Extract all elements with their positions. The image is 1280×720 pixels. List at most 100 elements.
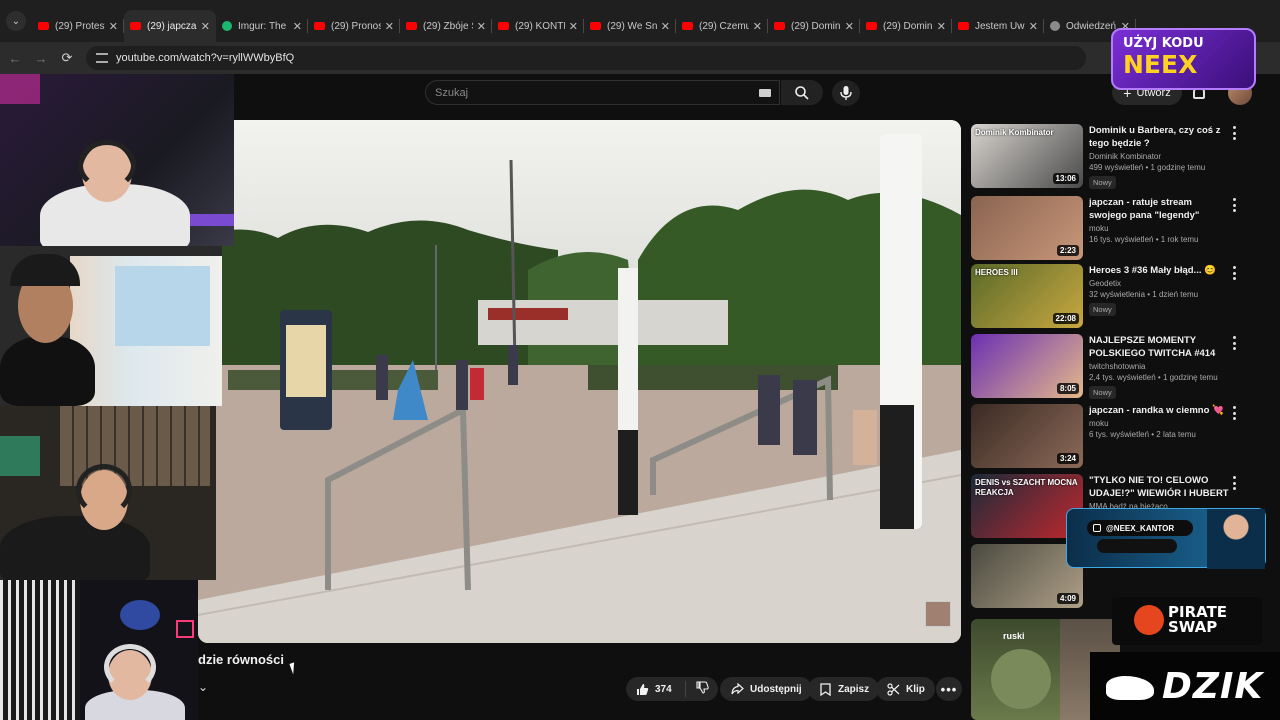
thumbnail-caption: ruski (1003, 631, 1025, 641)
youtube-favicon-icon (38, 22, 49, 30)
recommendation-item[interactable]: 8:05 NAJLEPSZE MOMENTY POLSKIEGO TWITCHA … (971, 334, 1251, 400)
close-tab-icon[interactable]: ✕ (845, 20, 854, 33)
browser-tab[interactable]: (29) KONTR ✕ (492, 10, 584, 42)
browser-tab[interactable]: (29) Zbóje Ś ✕ (400, 10, 492, 42)
browser-tab[interactable]: Imgur: The m ✕ (216, 10, 308, 42)
pirate-logo-icon (1134, 605, 1164, 635)
close-tab-icon[interactable]: ✕ (661, 20, 670, 33)
browser-tab[interactable]: Jestem Uwię ✕ (952, 10, 1044, 42)
browser-tab[interactable]: (29) We Snu ✕ (584, 10, 676, 42)
recommendation-item[interactable]: Dominik Kombinator 13:06 Dominik u Barbera… (971, 124, 1251, 189)
save-button[interactable]: Zapisz (808, 677, 880, 701)
webcam-streamer-2 (0, 246, 222, 406)
tab-list: (29) Protest✕(29) japczan✕Imgur: The m✕(… (32, 10, 1136, 42)
social-icons-row (1097, 539, 1177, 553)
more-vertical-icon[interactable] (1233, 266, 1237, 280)
tab-title: (29) KONTR (515, 20, 565, 32)
close-tab-icon[interactable]: ✕ (569, 20, 578, 33)
instagram-handle-text: @NEEX_KANTOR (1106, 523, 1175, 533)
instagram-handle: @NEEX_KANTOR (1087, 520, 1193, 536)
more-vertical-icon[interactable] (1233, 126, 1237, 140)
recommendation-item[interactable]: HEROES III 22:08 Heroes 3 #36 Mały błąd...… (971, 264, 1251, 328)
like-button[interactable]: 374 (626, 681, 686, 697)
close-tab-icon[interactable]: ✕ (293, 20, 302, 33)
video-duration: 3:24 (1056, 453, 1079, 464)
recommendation-meta: japczan - ratuje stream swojego pana "le… (1089, 196, 1229, 244)
save-label: Zapisz (838, 683, 870, 695)
recommendation-stats: 2,4 tys. wyświetleń • 1 godzinę temu (1089, 373, 1218, 382)
forward-button[interactable]: → (30, 47, 52, 69)
recommendation-title: japczan - ratuje stream swojego pana "le… (1089, 197, 1200, 221)
webcam-streamer-4 (0, 580, 198, 720)
recommendation-item[interactable]: 2:23 japczan - ratuje stream swojego pana… (971, 196, 1251, 260)
recommendation-thumbnail[interactable]: 8:05 (971, 334, 1083, 398)
recommendation-meta: japczan - randka w ciemno 💘 moku 6 tys. wy… (1089, 404, 1229, 439)
reload-button[interactable]: ⟳ (56, 47, 78, 69)
url-text: youtube.com/watch?v=ryllWWbyBfQ (116, 52, 295, 64)
mouse-cursor-icon (289, 660, 303, 675)
recommendation-meta: "TYLKO NIE TO! CELOWO UDAJE!?" WIEWIÓR I… (1089, 474, 1229, 511)
more-vertical-icon[interactable] (1233, 198, 1237, 212)
globe-favicon-icon (1050, 21, 1060, 31)
browser-tab-strip: ⌄ (29) Protest✕(29) japczan✕Imgur: The m… (0, 0, 1280, 42)
recommendation-thumbnail[interactable]: HEROES III 22:08 (971, 264, 1083, 328)
browser-tab[interactable]: (29) japczan ✕ (124, 10, 216, 42)
search-input[interactable]: Szukaj (425, 80, 780, 105)
recommendation-title: japczan - randka w ciemno 💘 (1089, 405, 1224, 416)
browser-tab[interactable]: (29) Dominik ✕ (768, 10, 860, 42)
recommendation-title: "TYLKO NIE TO! CELOWO UDAJE!?" WIEWIÓR I… (1089, 475, 1229, 499)
screen: ⌄ (29) Protest✕(29) japczan✕Imgur: The m… (0, 0, 1280, 720)
recommendation-channel: moku (1089, 224, 1109, 233)
more-vertical-icon[interactable] (1233, 336, 1237, 350)
browser-tab[interactable]: (29) Czemu ✕ (676, 10, 768, 42)
video-duration: 8:05 (1056, 383, 1079, 394)
recommendation-thumbnail[interactable]: 3:24 (971, 404, 1083, 468)
recommendation-title: Dominik u Barbera, czy coś z tego będzie… (1089, 125, 1221, 149)
thumbs-up-icon (635, 682, 649, 696)
close-tab-icon[interactable]: ✕ (753, 20, 762, 33)
more-vertical-icon[interactable] (1233, 406, 1237, 420)
tab-title: (29) Pronosz (331, 20, 381, 32)
address-bar[interactable]: youtube.com/watch?v=ryllWWbyBfQ (86, 46, 1086, 70)
youtube-favicon-icon (130, 22, 141, 30)
tab-title: Imgur: The m (238, 20, 289, 32)
channel-watermark[interactable] (925, 601, 951, 627)
social-handle-banner: @NEEX_KANTOR (1066, 508, 1266, 569)
browser-tab[interactable]: (29) Domini ✕ (860, 10, 952, 42)
webcam-streamer-3 (0, 406, 216, 580)
close-tab-icon[interactable]: ✕ (937, 20, 946, 33)
video-player[interactable] (198, 120, 961, 643)
imgur-favicon-icon (222, 21, 232, 31)
dzik-sponsor: DZIK (1090, 652, 1280, 720)
tab-search-button[interactable]: ⌄ (6, 11, 26, 31)
recommendation-meta: NAJLEPSZE MOMENTY POLSKIEGO TWITCHA #414… (1089, 334, 1229, 400)
tab-title: (29) Protest (55, 20, 105, 32)
video-duration: 2:23 (1056, 245, 1079, 256)
recommendation-thumbnail[interactable]: 2:23 (971, 196, 1083, 260)
close-tab-icon[interactable]: ✕ (201, 20, 210, 33)
browser-tab[interactable]: (29) Pronosz ✕ (308, 10, 400, 42)
keyboard-icon[interactable] (759, 89, 771, 97)
more-actions-button[interactable]: ••• (936, 677, 962, 701)
recommendation-meta: Heroes 3 #36 Mały błąd... 😊 Geodetix 32 wy… (1089, 264, 1229, 317)
share-button[interactable]: Udostępnij (720, 677, 812, 701)
recommendation-thumbnail[interactable]: Dominik Kombinator 13:06 (971, 124, 1083, 188)
youtube-favicon-icon (590, 22, 601, 30)
close-tab-icon[interactable]: ✕ (385, 20, 394, 33)
close-tab-icon[interactable]: ✕ (109, 20, 118, 33)
share-label: Udostępnij (750, 683, 802, 695)
youtube-favicon-icon (958, 22, 969, 30)
search-button[interactable] (781, 80, 823, 105)
browser-tab[interactable]: (29) Protest ✕ (32, 10, 124, 42)
recommendation-item[interactable]: 3:24 japczan - randka w ciemno 💘 moku 6 tys… (971, 404, 1251, 468)
voice-search-button[interactable] (832, 80, 860, 106)
more-vertical-icon[interactable] (1233, 476, 1237, 490)
tab-title: Jestem Uwię (975, 20, 1025, 32)
dislike-button[interactable] (686, 681, 718, 697)
clip-button[interactable]: Klip (876, 677, 935, 701)
close-tab-icon[interactable]: ✕ (477, 20, 486, 33)
tab-title: (29) Dominik (791, 20, 841, 32)
back-button[interactable]: ← (4, 47, 26, 69)
close-tab-icon[interactable]: ✕ (1029, 20, 1038, 33)
site-info-icon[interactable] (96, 53, 108, 63)
